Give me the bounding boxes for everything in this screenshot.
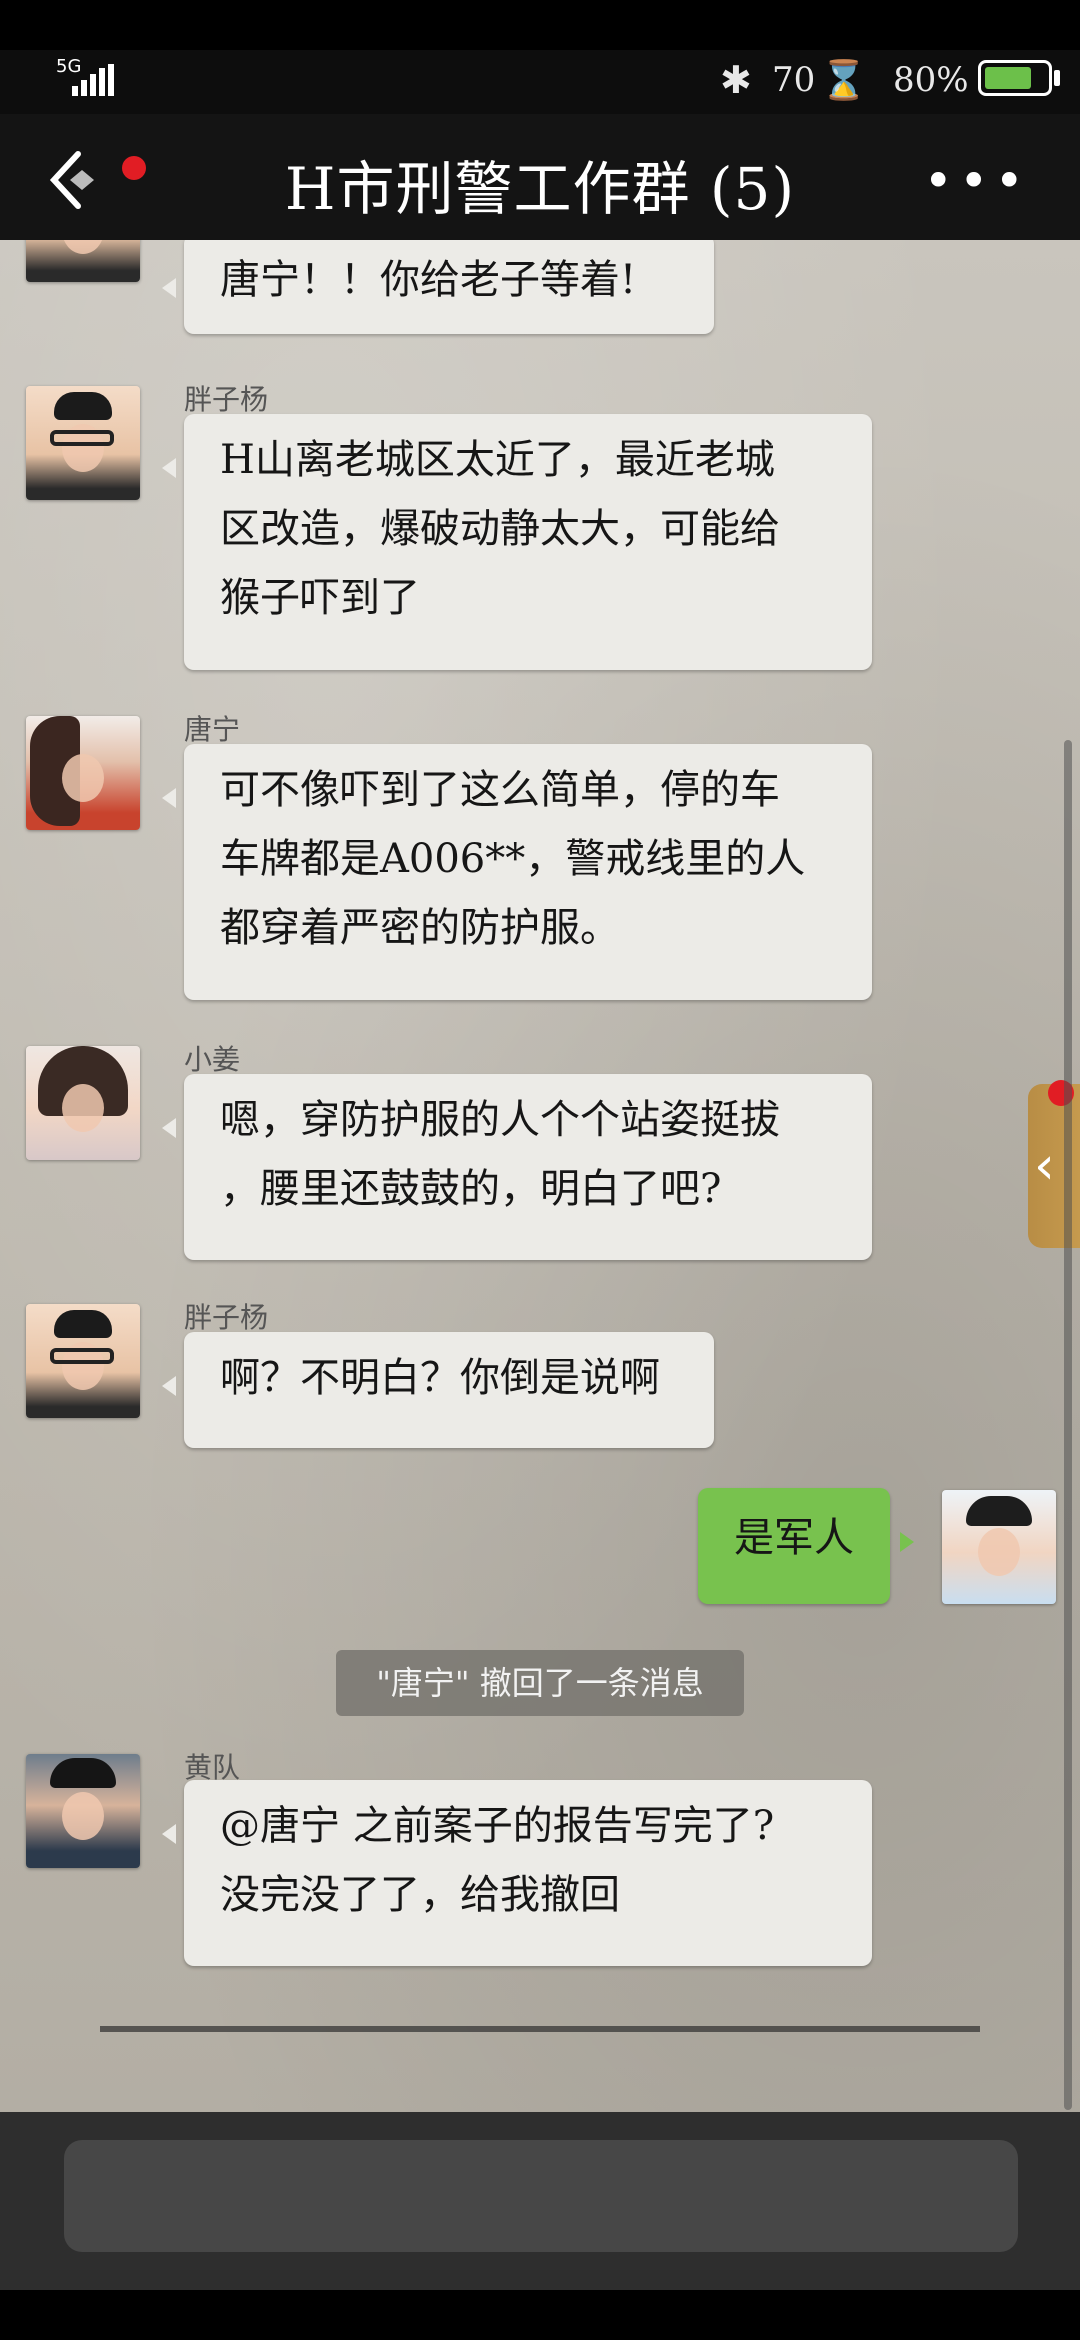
message-text-line: @唐宁 之前案子的报告写完了?	[220, 1803, 775, 1849]
message-text-line: 车牌都是A006**，警戒线里的人	[220, 836, 806, 882]
message-text-line: 可不像吓到了这么简单，停的车	[220, 767, 780, 813]
message-text-line: 都穿着严密的防护服。	[220, 905, 620, 951]
sender-name: 唐宁	[184, 713, 241, 746]
avatar-huangdui[interactable]	[26, 1754, 140, 1868]
avatar-pangziyang[interactable]	[26, 1304, 140, 1418]
message-text-line: 没完没了了，给我撤回	[220, 1872, 620, 1918]
bluetooth-icon: ✱	[720, 58, 752, 102]
avatar-me[interactable]	[942, 1490, 1056, 1604]
message-bubble[interactable]: 可不像吓到了这么简单，停的车 车牌都是A006**，警戒线里的人 都穿着严密的防…	[162, 744, 872, 1000]
message-text-line: 是军人	[734, 1515, 854, 1561]
message-text: 唐宁！！你给老子等着!	[220, 257, 637, 303]
sender-name: 胖子杨	[184, 383, 269, 416]
message-text-line: ，腰里还鼓鼓的，明白了吧?	[220, 1166, 722, 1212]
chat-title: H市刑警工作群 (5)	[284, 155, 796, 223]
chevron-left-icon: ‹	[1034, 1136, 1055, 1196]
sender-name: 小姜	[184, 1043, 241, 1076]
chat-area[interactable]: 唐宁！！你给老子等着! 胖子杨 H山离老城区太近了，最近老城 区改造，爆破动静太…	[0, 240, 1080, 2112]
paper-edge-divider	[100, 2026, 980, 2032]
hourglass-icon: ⌛	[820, 58, 868, 102]
message-text-line: H山离老城区太近了，最近老城	[220, 437, 775, 483]
message-bubble[interactable]: 唐宁！！你给老子等着!	[162, 240, 714, 334]
input-area	[0, 2112, 1080, 2290]
avatar-xiaojiang[interactable]	[26, 1046, 140, 1160]
sender-name: 胖子杨	[184, 1301, 269, 1334]
battery-nub	[1054, 70, 1060, 86]
message-bubble[interactable]: 啊？不明白？你倒是说啊	[162, 1332, 714, 1448]
battery-icon	[978, 60, 1052, 96]
message-bubble[interactable]: 嗯，穿防护服的人个个站姿挺拔 ，腰里还鼓鼓的，明白了吧?	[162, 1074, 872, 1260]
battery-percent: 80%	[893, 60, 969, 100]
scrollbar[interactable]	[1064, 740, 1072, 2110]
message-text-line: 啊？不明白？你倒是说啊	[220, 1355, 660, 1401]
more-options-button[interactable]: •••	[924, 152, 1030, 210]
message-input[interactable]	[64, 2140, 1018, 2252]
avatar-pangziyang[interactable]	[26, 386, 140, 500]
status-bar: 5G ✱ 70 ⌛ 80%	[0, 50, 1080, 114]
network-speed: 70	[772, 60, 816, 100]
message-text-line: 区改造，爆破动静太大，可能给	[220, 506, 780, 552]
avatar-pangziyang[interactable]	[26, 240, 140, 282]
message-bubble[interactable]: H山离老城区太近了，最近老城 区改造，爆破动静太大，可能给 猴子吓到了	[162, 414, 872, 670]
message-text-line: 猴子吓到了	[220, 575, 420, 621]
signal-icon	[72, 64, 116, 96]
chat-header: H市刑警工作群 (5) •••	[0, 114, 1080, 240]
message-text-line: 嗯，穿防护服的人个个站姿挺拔	[220, 1097, 780, 1143]
battery-level	[985, 67, 1032, 89]
side-drawer-tab[interactable]: ‹	[1028, 1084, 1080, 1248]
avatar-tangning[interactable]	[26, 716, 140, 830]
message-bubble[interactable]: @唐宁 之前案子的报告写完了? 没完没了了，给我撤回	[162, 1780, 872, 1966]
my-message-bubble[interactable]: 是军人	[698, 1488, 914, 1604]
bottom-bar	[0, 2290, 1080, 2340]
recall-notice: "唐宁" 撤回了一条消息	[336, 1650, 744, 1716]
